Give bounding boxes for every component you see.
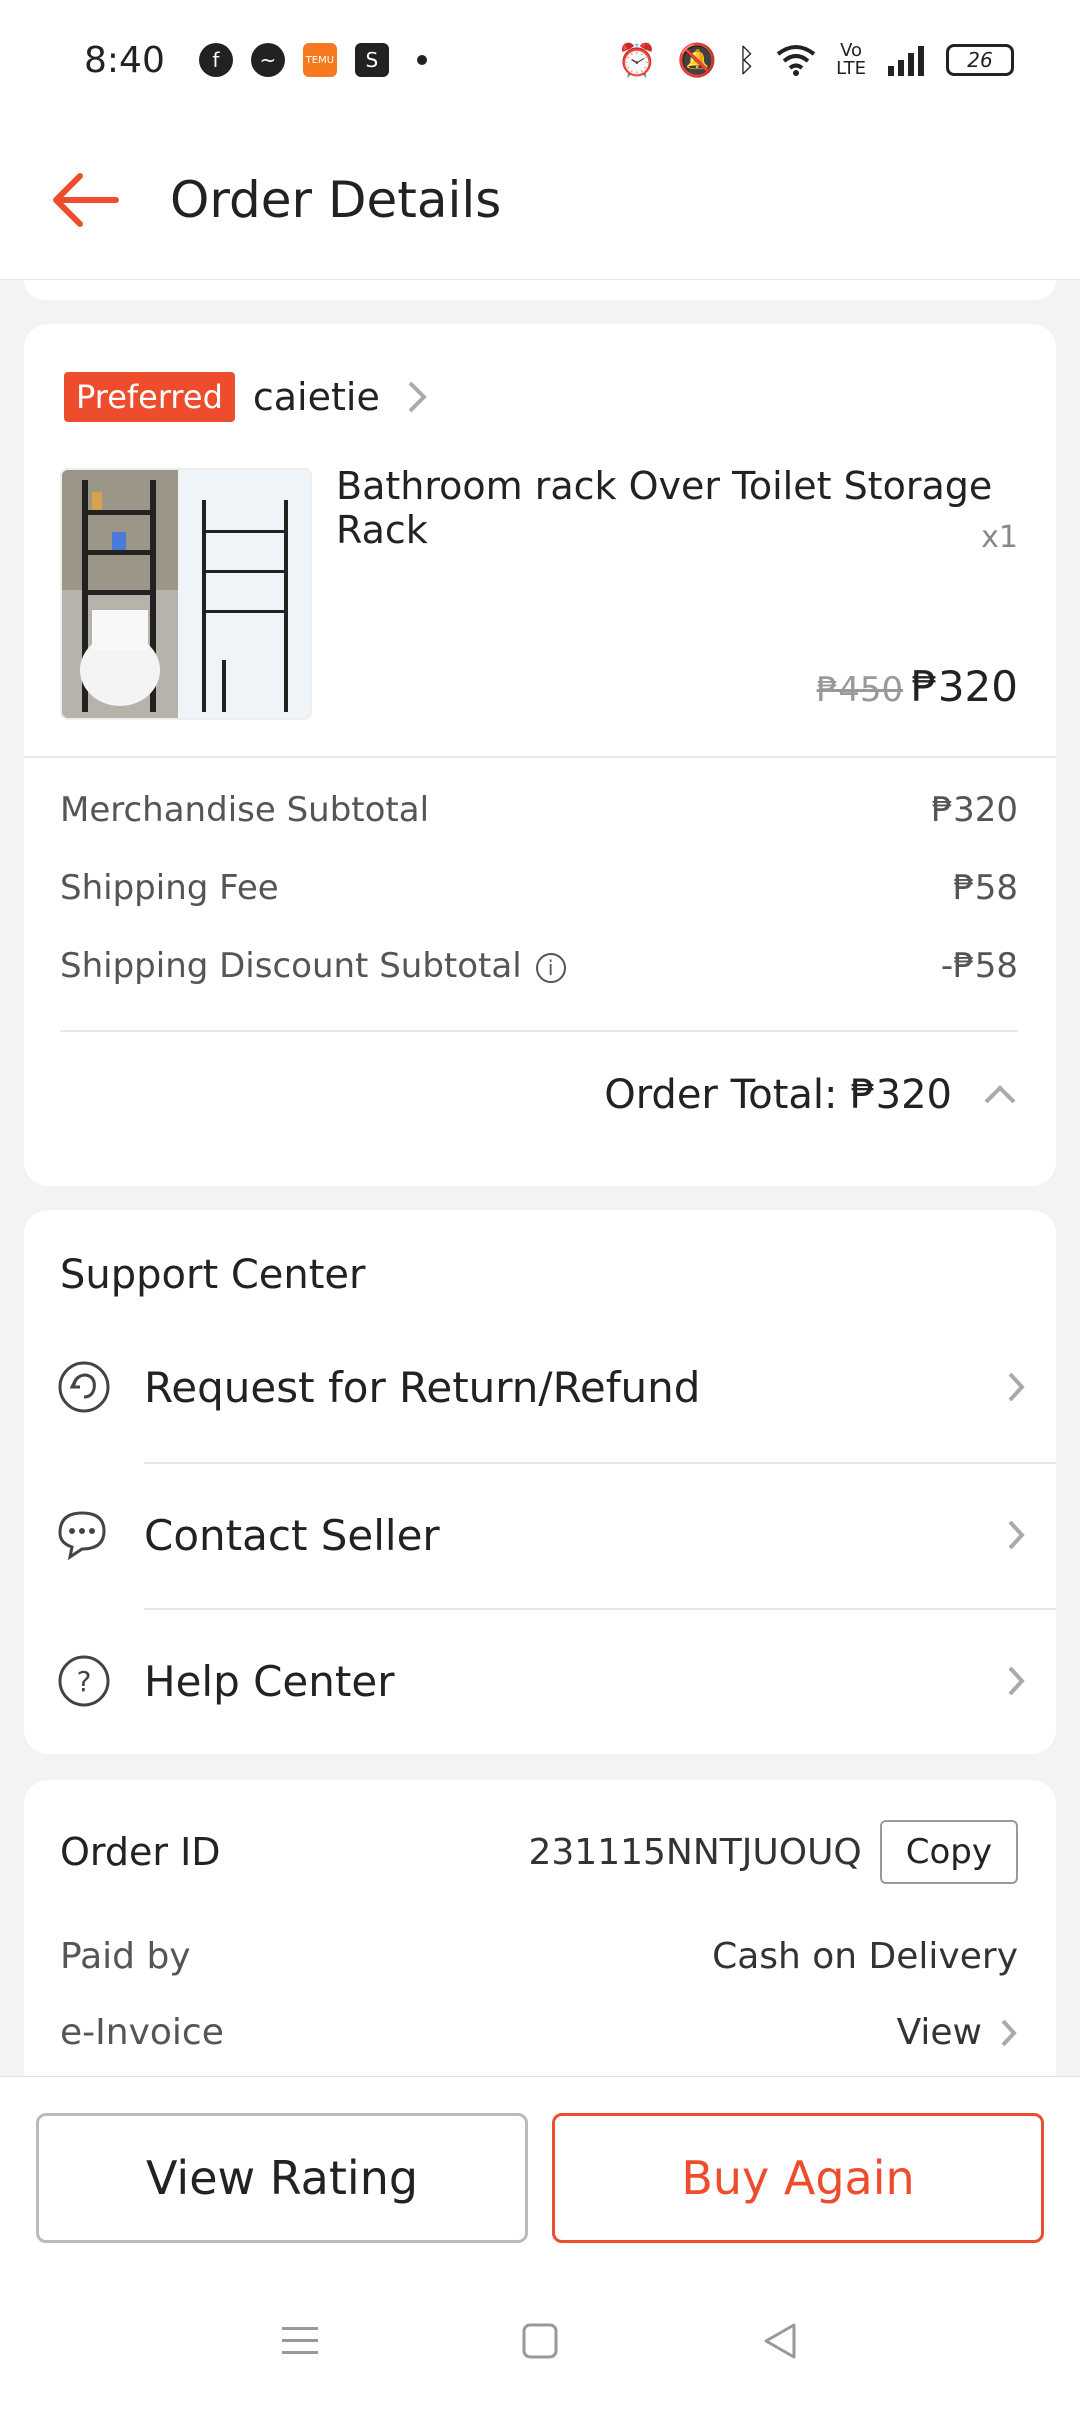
einvoice-view[interactable]: View <box>897 2012 1018 2053</box>
facebook-icon: f <box>198 43 233 77</box>
back-button[interactable] <box>30 145 140 255</box>
chevron-right-icon <box>1001 2019 1017 2046</box>
order-id-label: Order ID <box>60 1830 221 1874</box>
price-row: ₱450 ₱320 <box>817 662 1018 711</box>
einvoice-row[interactable]: e-Invoice View <box>60 2012 1018 2053</box>
support-title: Support Center <box>60 1252 366 1298</box>
notification-dot-icon <box>416 55 427 65</box>
order-total-row[interactable]: Order Total: ₱320 <box>604 1072 1018 1118</box>
summary-value: ₱320 <box>931 790 1018 830</box>
merchandise-subtotal-row: Merchandise Subtotal ₱320 <box>60 790 1018 830</box>
app-bar: Order Details <box>0 120 1080 280</box>
einvoice-label: e-Invoice <box>60 2012 224 2053</box>
return-icon <box>24 1359 144 1415</box>
mute-icon: 🔕 <box>677 41 717 79</box>
view-rating-button[interactable]: View Rating <box>36 2113 528 2243</box>
order-id: 231115NNTJUOUQ <box>528 1831 862 1873</box>
status-right: ⏰ 🔕 ᛒ Vo LTE 26 <box>617 41 1014 79</box>
chevron-right-icon <box>976 1664 1056 1698</box>
summary-label-wrap: Shipping Discount Subtotal i <box>60 946 566 986</box>
copy-button[interactable]: Copy <box>879 1820 1018 1884</box>
preferred-badge: Preferred <box>64 372 235 422</box>
chevron-up-icon <box>984 1085 1016 1104</box>
volte-icon: Vo LTE <box>836 40 866 79</box>
divider <box>60 1030 1018 1032</box>
current-price: ₱320 <box>911 662 1018 711</box>
svg-text:?: ? <box>77 1665 92 1698</box>
summary-label: Merchandise Subtotal <box>60 790 430 830</box>
paid-by-row: Paid by Cash on Delivery <box>60 1936 1018 1977</box>
bluetooth-icon: ᛒ <box>736 41 757 79</box>
info-icon[interactable]: i <box>535 952 566 983</box>
summary-label: Shipping Discount Subtotal <box>60 946 522 986</box>
alarm-icon: ⏰ <box>617 41 658 79</box>
help-icon: ? <box>24 1653 144 1709</box>
chevron-right-icon <box>408 381 427 413</box>
shop-row[interactable]: Preferred caietie <box>64 372 428 422</box>
shipping-fee-row: Shipping Fee ₱58 <box>60 868 1018 908</box>
action-bar: View Rating Buy Again <box>0 2076 1080 2270</box>
product-card: Preferred caietie Bathroom rack Over Toi… <box>24 324 1056 1186</box>
return-refund-item[interactable]: Request for Return/Refund <box>24 1314 1056 1460</box>
battery-level: 26 <box>967 48 993 72</box>
product-title[interactable]: Bathroom rack Over Toilet Storage Rack <box>336 464 1036 552</box>
shop-name: caietie <box>252 375 380 419</box>
temu-label: TEMU <box>305 54 335 66</box>
summary-value: ₱58 <box>953 868 1018 908</box>
signal-icon <box>888 46 924 76</box>
shipping-discount-row: Shipping Discount Subtotal i -₱58 <box>60 946 1018 986</box>
messenger-icon: ~ <box>250 43 285 77</box>
chevron-right-icon <box>976 1518 1056 1552</box>
support-center-card: Support Center Request for Return/Refund… <box>24 1210 1056 1754</box>
original-price: ₱450 <box>816 670 904 710</box>
rack-illustration <box>62 470 310 718</box>
shopee-icon: S <box>354 43 389 77</box>
battery-icon: 26 <box>946 44 1014 76</box>
paid-by-label: Paid by <box>60 1936 191 1977</box>
contact-seller-item[interactable]: Contact Seller <box>24 1462 1056 1608</box>
divider <box>24 756 1056 758</box>
chevron-right-icon <box>976 1370 1056 1404</box>
home-icon[interactable] <box>520 2321 560 2361</box>
product-quantity: x1 <box>981 520 1018 555</box>
support-item-label: Request for Return/Refund <box>144 1362 701 1412</box>
order-id-value-wrap: 231115NNTJUOUQ Copy <box>528 1820 1018 1884</box>
order-id-row: Order ID 231115NNTJUOUQ Copy <box>60 1820 1018 1884</box>
summary-label: Shipping Fee <box>60 868 279 908</box>
support-item-label: Contact Seller <box>144 1510 440 1560</box>
temu-icon: TEMU <box>302 43 337 77</box>
order-info-card: Order ID 231115NNTJUOUQ Copy Paid by Cas… <box>24 1780 1056 2080</box>
support-item-label: Help Center <box>144 1656 395 1706</box>
paid-by-value: Cash on Delivery <box>712 1936 1018 1977</box>
status-bar: 8:40 f ~ TEMU S ⏰ 🔕 ᛒ Vo LTE 26 <box>0 0 1080 120</box>
product-image[interactable] <box>60 468 312 720</box>
help-center-item[interactable]: ? Help Center <box>24 1608 1056 1754</box>
back-icon[interactable] <box>760 2321 800 2361</box>
order-total: Order Total: ₱320 <box>604 1072 952 1118</box>
system-nav-bar <box>0 2270 1080 2412</box>
back-arrow-icon <box>53 172 119 227</box>
menu-icon[interactable] <box>280 2323 320 2359</box>
page-title: Order Details <box>170 170 502 229</box>
wifi-icon <box>776 45 816 76</box>
chat-icon <box>24 1507 144 1563</box>
previous-card-edge <box>24 280 1056 300</box>
buy-again-button[interactable]: Buy Again <box>552 2113 1044 2243</box>
summary-value: -₱58 <box>940 946 1018 986</box>
einvoice-view-label: View <box>896 2012 982 2053</box>
status-time: 8:40 <box>84 39 165 81</box>
